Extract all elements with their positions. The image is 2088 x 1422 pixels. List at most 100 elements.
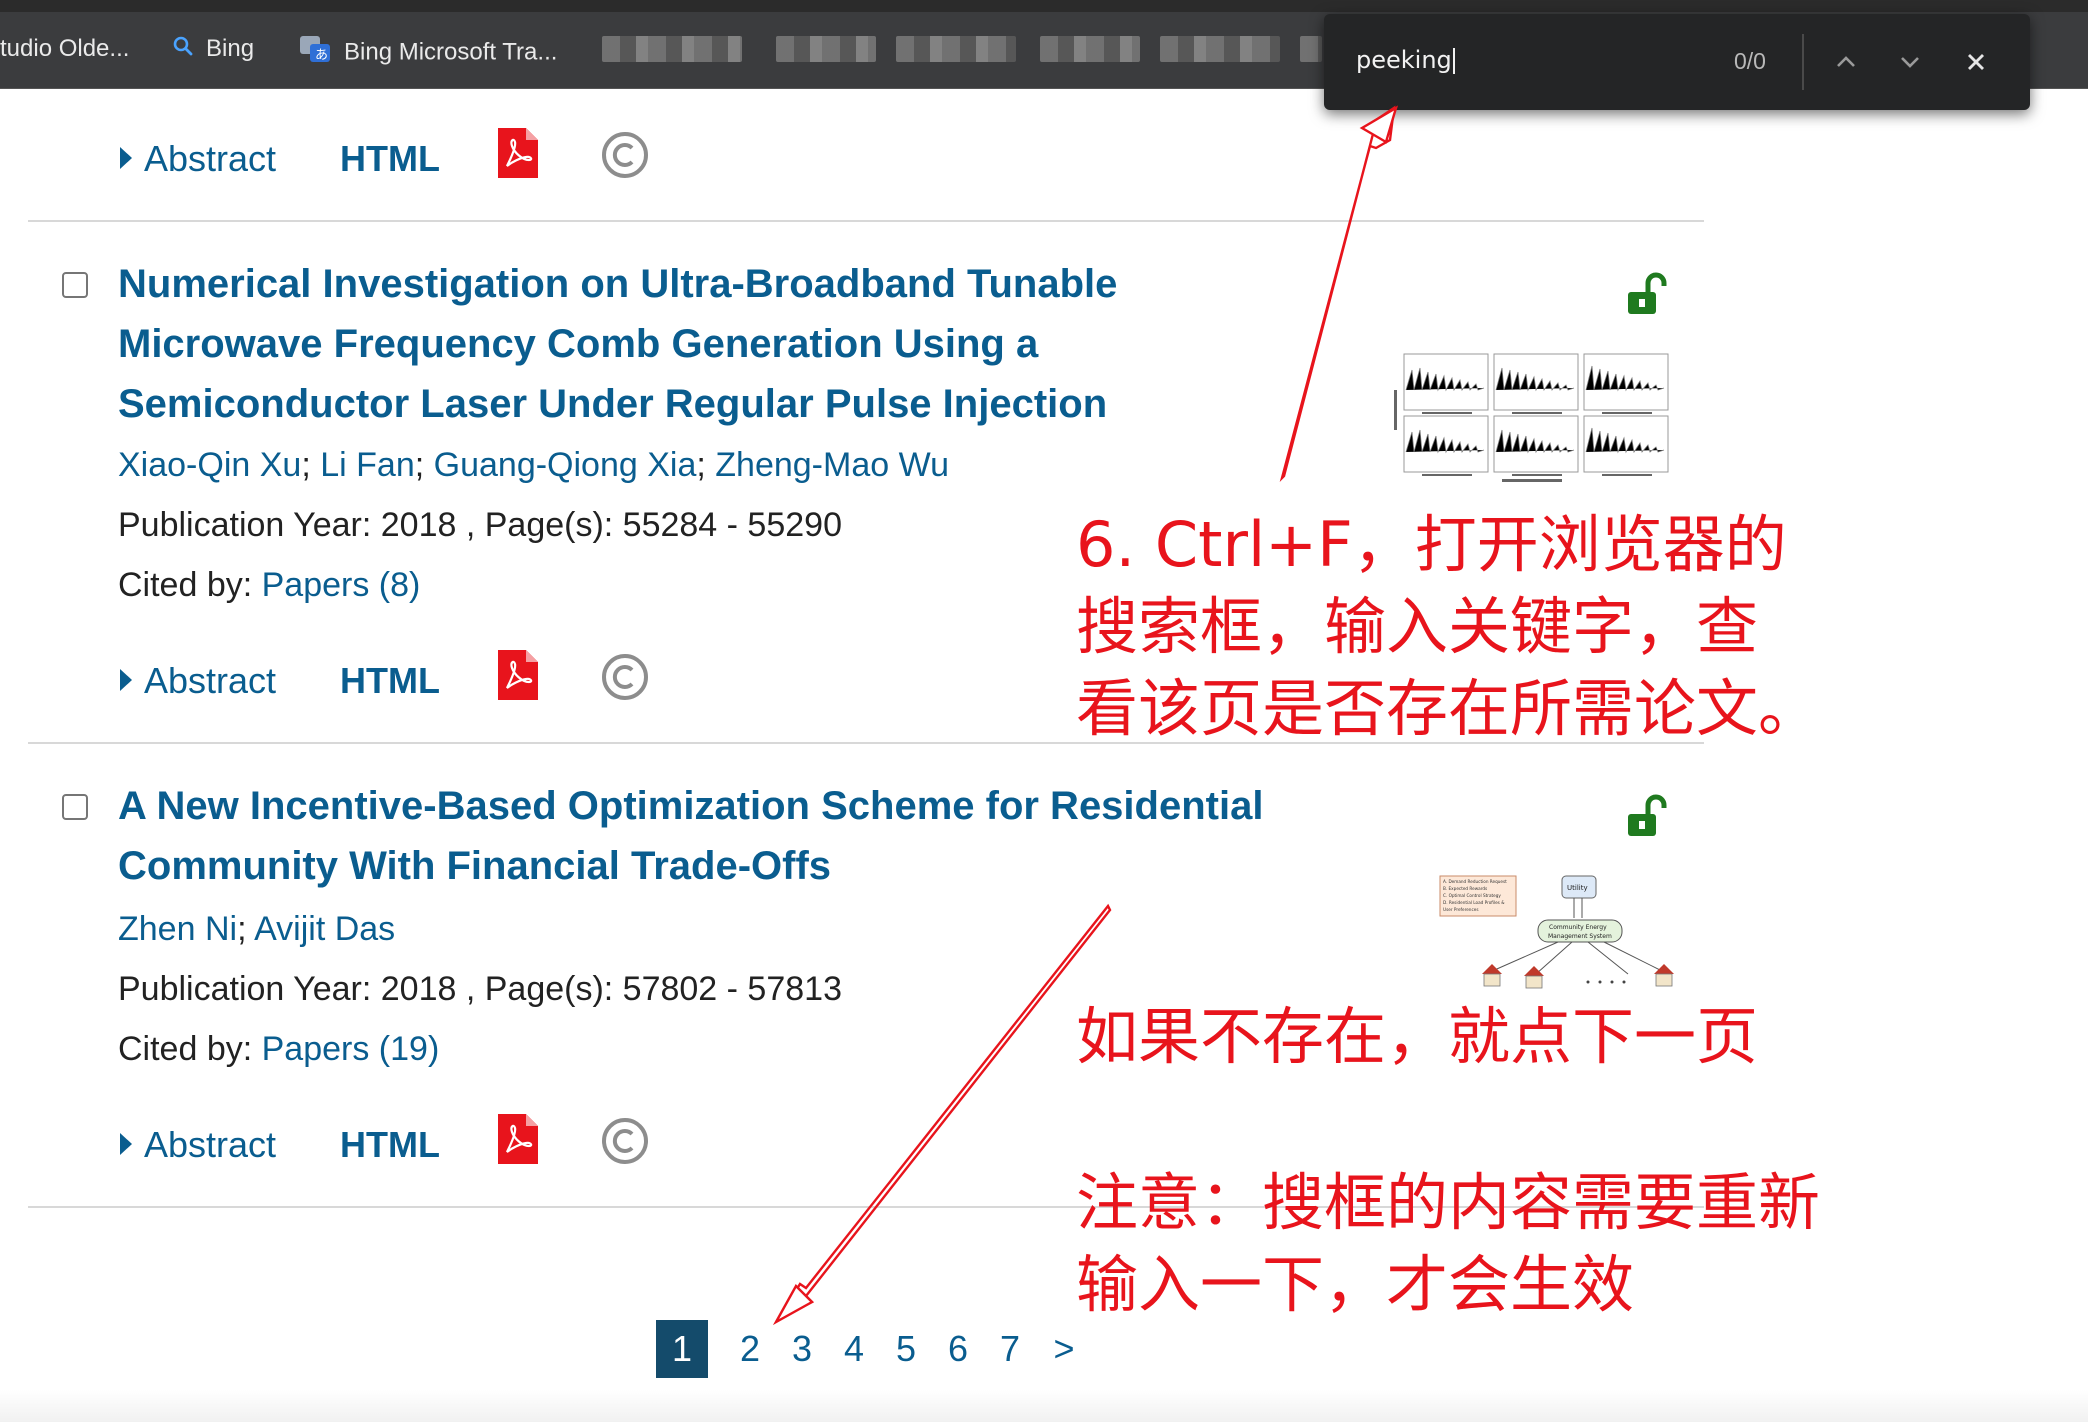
annotation-line: 看该页是否存在所需论文。 [1076,672,1821,745]
abstract-label: Abstract [144,138,277,179]
abstract-label: Abstract [144,660,277,701]
publication-info: Publication Year: 2018 , Page(s): 57802 … [118,970,842,1008]
diagram-text: Community Energy [1549,924,1607,931]
diagram-text: A. Demand Reduction Request [1443,879,1507,884]
blurred-bookmark [1300,36,1322,62]
annotation-next-page: 如果不存在，就点下一页 [1076,1000,1759,1073]
blurred-bookmark [776,36,876,62]
page-1-button[interactable]: 1 [656,1320,708,1378]
pdf-icon[interactable] [498,650,538,700]
title-line: Community With Financial Trade-Offs [118,844,832,888]
copyright-icon[interactable] [600,1116,650,1166]
result-title-link[interactable]: A New Incentive-Based Optimization Schem… [118,776,1263,896]
diagram-text: D. Residential Load Profiles & [1443,900,1505,905]
author-list: Zhen Ni; Avijit Das [118,910,395,949]
search-icon [172,35,194,65]
chevron-up-icon [1837,56,1855,67]
page-6-button[interactable]: 6 [938,1320,978,1378]
author-link[interactable]: Zheng-Mao Wu [715,446,949,484]
author-separator: ; [414,446,434,484]
author-separator: ; [696,446,716,484]
close-find-button[interactable] [1958,44,1994,80]
open-lock-icon [1628,794,1667,836]
annotation-line: 注意：搜框的内容需要重新 [1076,1166,1821,1239]
previous-match-button[interactable] [1828,44,1864,80]
html-link[interactable]: HTML [340,138,440,180]
copyright-icon[interactable] [600,652,650,702]
blurred-bookmark [1160,36,1280,62]
result-select-checkbox[interactable] [62,794,88,820]
spectrum-figure-thumbnail [1392,350,1672,484]
author-link[interactable]: Zhen Ni [118,910,237,948]
author-link[interactable]: Li Fan [320,446,415,484]
diagram-text: B. Expected Rewards [1443,886,1487,891]
abstract-toggle[interactable]: Abstract [120,138,276,180]
abstract-toggle[interactable]: Abstract [120,1124,276,1166]
abstract-toggle[interactable]: Abstract [120,660,276,702]
title-line: Semiconductor Laser Under Regular Pulse … [118,382,1108,426]
find-bar-separator [1802,34,1804,90]
arrow-to-pagination [772,903,1112,1326]
diagram-text: Management System [1548,933,1612,940]
diagram-text: User Preferences [1443,907,1479,912]
cited-by-label: Cited by: [118,1030,262,1068]
bookmark-bing-translator[interactable]: あ Bing Microsoft Tra... [298,34,557,65]
result-divider [28,220,1704,222]
annotation-line: 输入一下，才会生效 [1076,1248,1635,1321]
copyright-icon[interactable] [600,130,650,180]
html-link[interactable]: HTML [340,1124,440,1166]
annotation-step6: 6. Ctrl+F，打开浏览器的 搜索框，输入关键字，查 看该页是否存在所需论文… [1076,504,1820,750]
find-in-page-bar: peeking 0/0 [1324,14,2030,110]
annotation-note: 注意：搜框的内容需要重新 输入一下，才会生效 [1076,1162,1820,1326]
publication-info: Publication Year: 2018 , Page(s): 55284 … [118,506,842,544]
citation-info: Cited by: Papers (8) [118,566,420,605]
next-page-button[interactable]: > [1044,1320,1084,1378]
caret-right-icon [120,147,132,169]
blurred-bookmark [602,36,742,62]
bookmark-bing[interactable]: Bing [172,34,254,64]
author-list: Xiao-Qin Xu; Li Fan; Guang-Qiong Xia; Zh… [118,446,949,485]
cited-by-label: Cited by: [118,566,262,604]
arrow-to-find-bar [1279,105,1399,482]
html-link[interactable]: HTML [340,660,440,702]
author-link[interactable]: Guang-Qiong Xia [434,446,697,484]
caret-right-icon [120,1133,132,1155]
title-line: Numerical Investigation on Ultra-Broadba… [118,262,1118,306]
citation-info: Cited by: Papers (19) [118,1030,439,1069]
page-7-button[interactable]: 7 [990,1320,1030,1378]
page-4-button[interactable]: 4 [834,1320,874,1378]
page-2-button[interactable]: 2 [730,1320,770,1378]
result-title-link[interactable]: Numerical Investigation on Ultra-Broadba… [118,254,1117,434]
bookmark-label: Bing [206,35,255,62]
community-energy-diagram-thumbnail: A. Demand Reduction Request B. Expected … [1439,875,1674,989]
annotation-line: 6. Ctrl+F，打开浏览器的 [1076,508,1787,581]
page-3-button[interactable]: 3 [782,1320,822,1378]
bookmark-studio[interactable]: tudio Olde... [0,34,129,64]
page-bottom-edge [0,1390,2088,1422]
annotation-line: 搜索框，输入关键字，查 [1076,590,1759,663]
match-count: 0/0 [1734,48,1766,74]
result-select-checkbox[interactable] [62,272,88,298]
find-query-text: peeking [1356,46,1452,74]
bookmark-label: tudio Olde... [0,35,130,62]
find-input[interactable]: peeking [1356,46,1455,74]
text-caret [1452,48,1455,74]
pdf-icon[interactable] [498,1114,538,1164]
author-link[interactable]: Xiao-Qin Xu [118,446,301,484]
cited-papers-link[interactable]: Papers (19) [262,1030,440,1068]
title-line: Microwave Frequency Comb Generation Usin… [118,322,1039,366]
caret-right-icon [120,669,132,691]
blurred-bookmark [1040,36,1140,62]
chevron-down-icon [1901,57,1919,68]
cited-papers-link[interactable]: Papers (8) [262,566,421,604]
diagram-text: C. Optimal Control Strategy [1443,893,1501,898]
close-icon [1968,54,1984,70]
author-link[interactable]: Avijit Das [254,910,395,948]
next-match-button[interactable] [1892,44,1928,80]
pdf-icon[interactable] [498,128,538,178]
page-5-button[interactable]: 5 [886,1320,926,1378]
svg-text:あ: あ [315,48,328,63]
open-lock-icon [1628,272,1667,314]
blurred-bookmark [896,36,1016,62]
author-separator: ; [237,910,255,948]
